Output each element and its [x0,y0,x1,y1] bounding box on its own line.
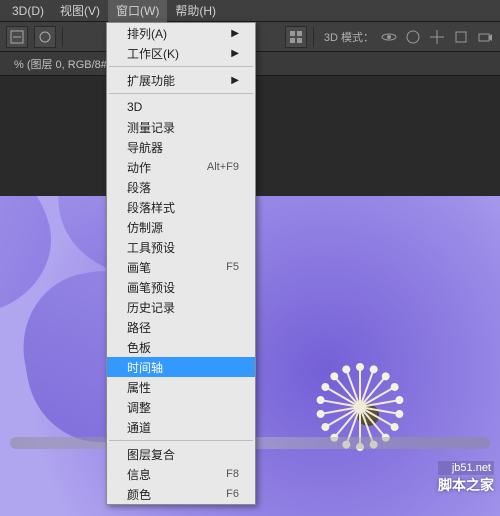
menu-item-label: 仿制源 [127,219,163,236]
submenu-arrow-icon: ▶ [231,48,239,59]
document-tab-title: % (图层 0, RGB/8#) [14,56,111,72]
menu-item-properties[interactable]: 属性 [107,377,255,397]
menu-item-navigator[interactable]: 导航器 [107,137,255,157]
menu-item-timeline[interactable]: 时间轴 [107,357,255,377]
watermark: jb51.net 脚本之家 [438,461,494,495]
menu-item-label: 工作区(K) [127,45,179,62]
menu-separator [109,440,253,441]
menu-item-brush[interactable]: 画笔 F5 [107,257,255,277]
menu-item-adjustments[interactable]: 调整 [107,397,255,417]
menu-item-label: 导航器 [127,139,163,156]
menu-item-workspace[interactable]: 工作区(K) ▶ [107,43,255,63]
menu-item-tool-presets[interactable]: 工具预设 [107,237,255,257]
mode-label: 3D 模式： [324,29,374,45]
menu-item-label: 调整 [127,399,151,416]
tool-option-button[interactable] [34,26,56,48]
pan-icon[interactable] [404,28,422,46]
menu-item-shortcut: F5 [226,261,239,273]
menu-item-label: 排列(A) [127,25,167,42]
menu-item-actions[interactable]: 动作 Alt+F9 [107,157,255,177]
menu-item-arrange[interactable]: 排列(A) ▶ [107,23,255,43]
menu-item-label: 工具预设 [127,239,175,256]
submenu-arrow-icon: ▶ [231,28,239,39]
menu-item-label: 画笔 [127,259,151,276]
menu-item-extensions[interactable]: 扩展功能 ▶ [107,70,255,90]
camera-icon[interactable] [476,28,494,46]
menu-item-layer-comps[interactable]: 图层复合 [107,444,255,464]
scale-icon[interactable] [452,28,470,46]
menu-item-paragraph[interactable]: 段落 [107,177,255,197]
menu-view[interactable]: 视图(V) [52,0,108,22]
toolbar-separator [62,27,63,47]
menu-item-label: 色板 [127,339,151,356]
menu-3d[interactable]: 3D(D) [4,1,52,21]
tool-preset-button[interactable] [6,26,28,48]
menu-item-label: 历史记录 [127,299,175,316]
menu-item-label: 测量记录 [127,119,175,136]
menu-item-measurement[interactable]: 测量记录 [107,117,255,137]
orbit-icon[interactable] [380,28,398,46]
menu-item-label: 扩展功能 [127,72,175,89]
menu-window[interactable]: 窗口(W) [108,0,167,22]
submenu-arrow-icon: ▶ [231,75,239,86]
menu-item-label: 信息 [127,466,151,483]
menubar: 3D(D) 视图(V) 窗口(W) 帮助(H) [0,0,500,22]
menu-item-label: 路径 [127,319,151,336]
menu-item-color[interactable]: 颜色 F6 [107,484,255,504]
menu-item-3d[interactable]: 3D [107,97,255,117]
menu-item-clone-source[interactable]: 仿制源 [107,217,255,237]
menu-item-channels[interactable]: 通道 [107,417,255,437]
move-icon[interactable] [428,28,446,46]
menu-separator [109,93,253,94]
menu-separator [109,66,253,67]
menu-item-label: 属性 [127,379,151,396]
menu-item-label: 通道 [127,419,151,436]
menu-item-history[interactable]: 历史记录 [107,297,255,317]
menu-item-label: 时间轴 [127,359,163,376]
watermark-url: jb51.net [438,461,494,475]
menu-item-info[interactable]: 信息 F8 [107,464,255,484]
menu-help[interactable]: 帮助(H) [167,0,224,22]
grid-button[interactable] [285,26,307,48]
menu-item-shortcut: F8 [226,468,239,480]
menu-item-paths[interactable]: 路径 [107,317,255,337]
toolbar-separator [313,27,314,47]
menu-item-label: 图层复合 [127,446,175,463]
menu-item-brush-presets[interactable]: 画笔预设 [107,277,255,297]
window-menu-dropdown: 排列(A) ▶ 工作区(K) ▶ 扩展功能 ▶ 3D 测量记录 导航器 动作 A… [106,22,256,505]
menu-item-label: 画笔预设 [127,279,175,296]
watermark-name: 脚本之家 [438,475,494,495]
menu-item-label: 段落样式 [127,199,175,216]
menu-item-shortcut: Alt+F9 [207,161,239,173]
menu-item-paragraph-styles[interactable]: 段落样式 [107,197,255,217]
menu-item-label: 段落 [127,179,151,196]
menu-item-shortcut: F6 [226,488,239,500]
menu-item-label: 动作 [127,159,151,176]
menu-item-label: 3D [127,100,142,114]
menu-item-swatches[interactable]: 色板 [107,337,255,357]
menu-item-label: 颜色 [127,486,151,503]
